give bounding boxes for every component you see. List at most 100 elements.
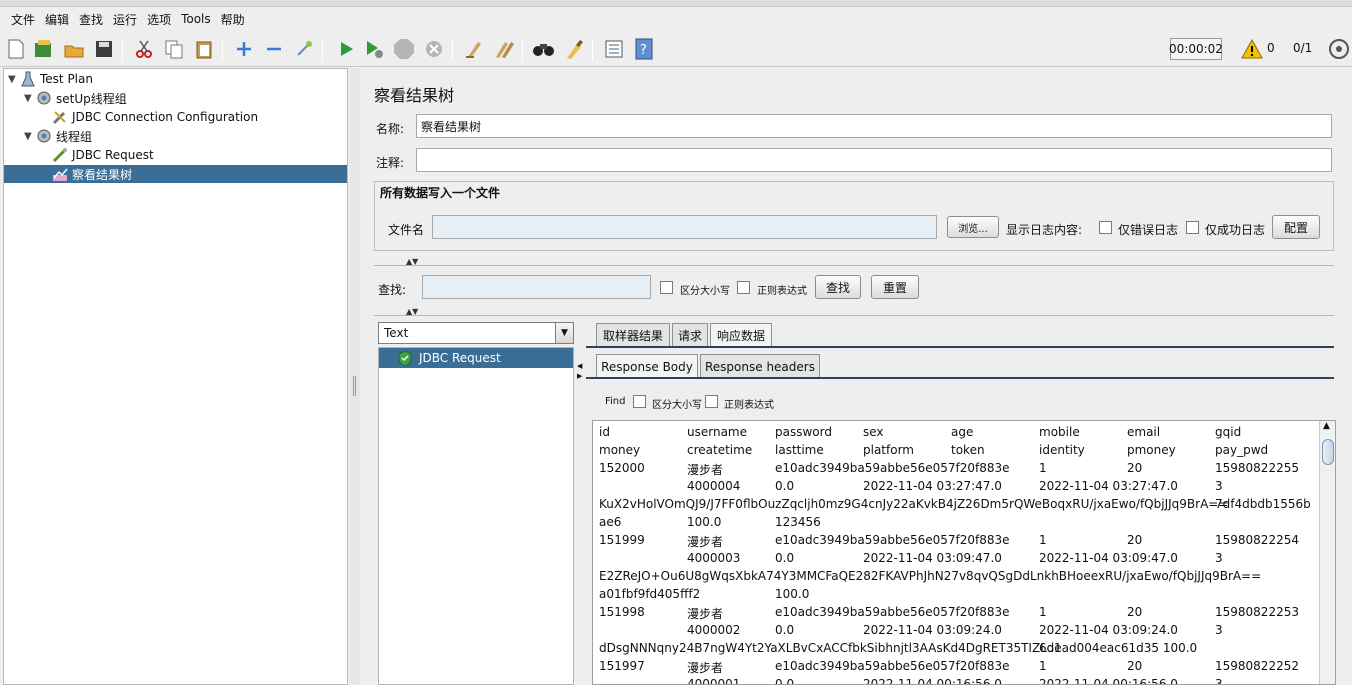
tab-response-data[interactable]: 响应数据 [710,323,772,347]
tab-sampler-result[interactable]: 取样器结果 [596,323,670,347]
arrow-right-icon[interactable]: ▶ [577,372,582,380]
response-cell: identity [1039,443,1085,457]
splitter-grip[interactable] [353,376,356,396]
scrollbar-thumb[interactable] [1322,439,1334,465]
response-cell: 20 [1127,461,1143,475]
response-cell: e10adc3949ba59abbe56e057f20f883e [775,605,1010,619]
find-regex-checkbox[interactable] [705,395,718,408]
tree-item-test-plan[interactable]: ▼ Test Plan [8,70,93,88]
success-only-checkbox[interactable] [1186,221,1199,234]
find-regex-label: 正则表达式 [724,400,774,411]
response-cell: 4000003 [687,551,741,565]
renderer-select[interactable]: Text ▼ [378,322,574,344]
search-button[interactable]: 查找 [815,275,861,299]
start-icon[interactable] [334,37,358,61]
response-cell: 7df4dbdb1556b [1215,497,1311,511]
tab-response-body[interactable]: Response Body [596,354,698,378]
tree-item-jdbc-connection[interactable]: JDBC Connection Configuration [52,108,258,126]
menu-options[interactable]: 选项 [142,11,176,28]
help-icon[interactable]: ? [632,37,656,61]
results-splitter[interactable]: ◀ ▶ [575,322,585,685]
scroll-up-icon[interactable]: ▲ [1323,421,1330,431]
response-cell: 漫步者 [687,535,724,549]
response-cell: 6dead004eac61d35 100.0 [1039,641,1198,655]
response-cell: 3 [1215,551,1223,565]
write-all-title: 所有数据写入一个文件 [380,186,501,200]
vertical-scrollbar[interactable]: ▲ [1319,421,1335,684]
response-cell: username [687,425,747,439]
chevron-down-icon[interactable]: ▼ [555,323,573,343]
menu-search[interactable]: 查找 [74,11,108,28]
filename-input[interactable] [432,215,937,239]
find-case-checkbox[interactable] [633,395,646,408]
response-cell: 2022-11-04 00:16:56.0 [863,677,1002,685]
response-cell: 1 [1039,659,1047,673]
browse-button[interactable]: 浏览... [947,216,999,238]
paste-icon[interactable] [192,37,216,61]
warning-icon[interactable] [1240,37,1264,61]
menu-run[interactable]: 运行 [108,11,142,28]
name-label: 名称: [376,122,405,136]
tree-item-view-results-tree[interactable]: 察看结果树 [4,165,347,183]
shutdown-icon[interactable] [422,37,446,61]
comment-field[interactable] [416,148,1332,172]
response-cell: 15980822253 [1215,605,1299,619]
search-input[interactable] [422,275,651,299]
tab-request[interactable]: 请求 [672,323,708,347]
start-no-pauses-icon[interactable] [362,37,386,61]
response-cell: 1 [1039,461,1047,475]
stop-icon[interactable] [392,37,416,61]
arrow-left-icon[interactable]: ◀ [577,362,582,370]
function-helper-icon[interactable] [602,37,626,61]
menu-file[interactable]: 文件 [6,11,40,28]
toggle-icon[interactable] [292,37,316,61]
clear-all-icon[interactable] [492,37,516,61]
tree-label: JDBC Request [72,148,154,162]
response-cell: a01fbf9fd405fff2 [599,587,701,601]
templates-icon[interactable] [32,37,56,61]
expand-toggle-icon[interactable]: ▼ [24,131,36,142]
open-icon[interactable] [62,37,86,61]
view-results-tree-panel: 察看结果树 名称: 察看结果树 注释: 所有数据写入一个文件 文件名 浏览...… [362,68,1352,685]
find-case-label: 区分大小写 [652,400,702,411]
response-body-text[interactable]: id username password sex age mobile email gqid m… [592,420,1336,685]
remote-icon[interactable] [1327,37,1351,61]
search-icon[interactable] [532,37,556,61]
configure-button[interactable]: 配置 [1272,215,1320,239]
result-item-jdbc-request[interactable]: JDBC Request [379,348,573,368]
response-cell: 2022-11-04 03:09:47.0 [1039,551,1178,565]
collapse-icon[interactable] [262,37,286,61]
response-cell: 漫步者 [687,463,724,477]
menu-help[interactable]: 帮助 [216,11,250,28]
cut-icon[interactable] [132,37,156,61]
case-sensitive-checkbox[interactable] [660,281,673,294]
save-icon[interactable] [92,37,116,61]
regex-label: 正则表达式 [757,286,807,297]
response-cell: 100.0 [775,587,810,601]
response-cell: platform [863,443,914,457]
new-icon[interactable] [4,37,28,61]
response-cell: 4000001 [687,677,741,685]
expand-toggle-icon[interactable]: ▼ [24,93,36,104]
tab-response-headers[interactable]: Response headers [700,354,820,378]
tree-item-setup-thread-group[interactable]: ▼ setUp线程组 [24,89,127,107]
tree-item-thread-group[interactable]: ▼ 线程组 [24,127,92,145]
success-shield-icon [398,350,412,369]
tab-underline [586,346,1334,348]
errors-only-checkbox[interactable] [1099,221,1112,234]
regex-checkbox[interactable] [737,281,750,294]
reset-search-icon[interactable] [562,37,586,61]
reset-button[interactable]: 重置 [871,275,919,299]
response-cell: 0.0 [775,479,795,493]
expand-toggle-icon[interactable]: ▼ [8,74,20,85]
clear-icon[interactable] [462,37,486,61]
expand-icon[interactable] [232,37,256,61]
name-field[interactable]: 察看结果树 [416,114,1332,138]
response-cell: 2022-11-04 00:16:56.0 [1039,677,1178,685]
copy-icon[interactable] [162,37,186,61]
menu-edit[interactable]: 编辑 [40,11,74,28]
menu-tools[interactable]: Tools [176,12,216,26]
response-cell: 4000004 [687,479,741,493]
tree-item-jdbc-request[interactable]: JDBC Request [52,146,154,164]
response-cell: 0.0 [775,551,795,565]
